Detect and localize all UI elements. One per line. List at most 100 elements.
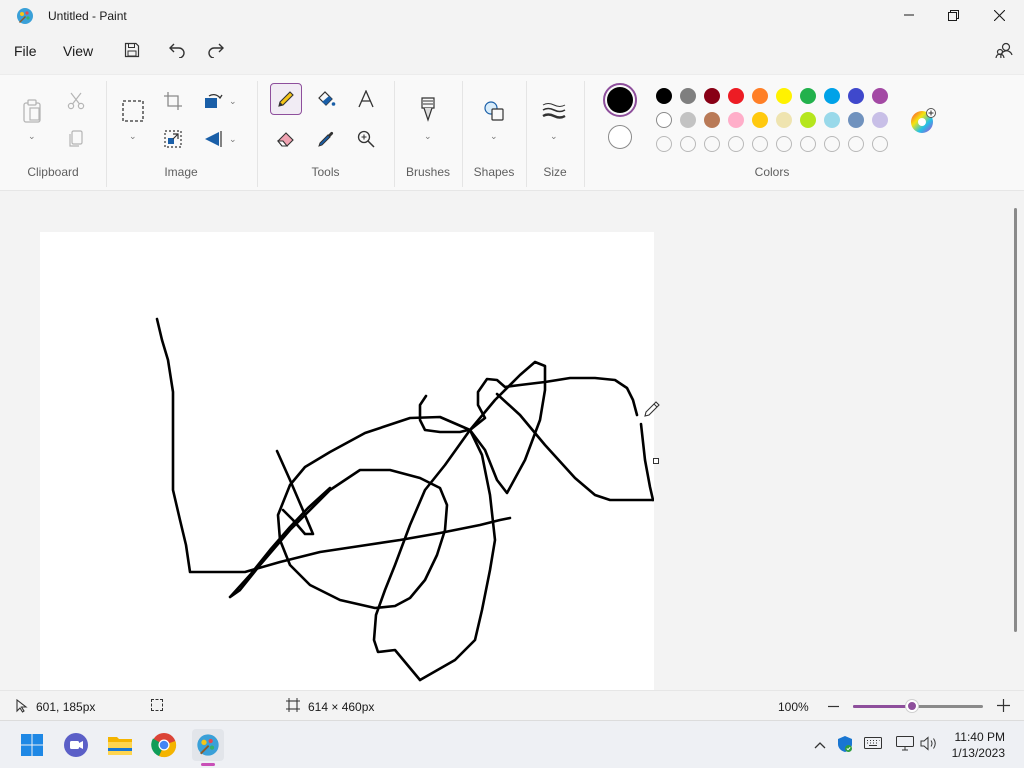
drawing-strokes [155,317,655,682]
color-swatch[interactable] [752,112,768,128]
group-label-size: Size [543,165,567,179]
color-swatch[interactable] [824,112,840,128]
size-chevron-icon[interactable]: ⌄ [550,132,558,141]
resize-icon[interactable] [157,123,189,155]
brush-icon[interactable] [412,93,444,125]
paste-chevron-icon[interactable]: ⌄ [28,132,36,141]
copy-icon[interactable] [60,123,92,155]
size-icon[interactable] [538,95,570,127]
edit-colors-icon[interactable] [910,108,936,133]
color-picker-icon[interactable] [310,123,342,155]
pencil-tool[interactable] [270,83,302,115]
vertical-scrollbar[interactable] [1014,208,1017,632]
color-swatch[interactable] [848,112,864,128]
volume-icon[interactable] [920,736,938,754]
eraser-icon[interactable] [270,123,302,155]
zoom-in-button[interactable] [997,699,1010,712]
color-swatch[interactable] [776,112,792,128]
zoom-out-button[interactable] [828,700,840,712]
paint-taskbar-icon[interactable] [192,729,224,761]
title-bar: Untitled - Paint [0,0,1024,32]
custom-color-slot[interactable] [872,136,888,152]
brush-chevron-icon[interactable]: ⌄ [424,132,432,141]
text-icon[interactable] [350,83,382,115]
teams-chat-icon[interactable] [60,729,92,761]
keyboard-icon[interactable] [864,737,882,752]
primary-color-selector[interactable] [603,83,637,117]
fill-icon[interactable] [310,83,342,115]
color-swatch[interactable] [704,112,720,128]
maximize-button[interactable] [930,0,976,30]
share-icon[interactable] [988,34,1020,66]
custom-color-slot[interactable] [752,136,768,152]
window-title: Untitled - Paint [48,9,127,23]
zoom-level: 100% [778,700,809,714]
ribbon: ⌄ Clipboard ⌄ ⌄ ⌄ Image Tools ⌄ Brushes … [0,74,1024,190]
redo-button[interactable] [200,34,232,66]
zoom-slider-fill [853,705,912,708]
color-swatch[interactable] [680,112,696,128]
select-chevron-icon[interactable]: ⌄ [129,132,137,141]
chrome-icon[interactable] [148,729,180,761]
canvas-size-icon [286,698,300,715]
color-swatch[interactable] [656,88,672,104]
paste-icon[interactable] [16,95,48,127]
start-button[interactable] [16,729,48,761]
group-label-brushes: Brushes [405,165,451,179]
color-swatch[interactable] [656,112,672,128]
file-explorer-icon[interactable] [104,729,136,761]
secondary-color-swatch[interactable] [608,125,632,149]
rotate-icon[interactable] [197,85,229,117]
menu-file[interactable]: File [14,43,37,59]
color-swatch[interactable] [752,88,768,104]
flip-chevron-icon[interactable]: ⌄ [229,135,237,144]
select-icon[interactable] [117,95,149,127]
taskbar: 11:40 PM 1/13/2023 [0,720,1024,768]
custom-color-slot[interactable] [656,136,672,152]
custom-color-slot[interactable] [728,136,744,152]
color-swatch[interactable] [728,112,744,128]
security-shield-icon[interactable] [837,735,853,756]
primary-color-swatch [607,87,633,113]
custom-color-slot[interactable] [800,136,816,152]
clock-date[interactable]: 1/13/2023 [940,746,1005,760]
color-swatch[interactable] [824,88,840,104]
group-label-colors: Colors [754,165,790,179]
color-swatch[interactable] [872,112,888,128]
clock-time[interactable]: 11:40 PM [940,730,1005,744]
custom-color-slot[interactable] [704,136,720,152]
color-swatch[interactable] [848,88,864,104]
zoom-slider-thumb[interactable] [905,700,918,712]
menu-view[interactable]: View [63,43,93,59]
selection-size-icon [151,699,163,711]
shapes-chevron-icon[interactable]: ⌄ [490,132,498,141]
custom-color-slot[interactable] [824,136,840,152]
minimize-button[interactable] [886,0,932,30]
color-swatch[interactable] [800,112,816,128]
canvas-resize-handle[interactable] [653,458,659,464]
color-swatch[interactable] [872,88,888,104]
custom-color-slot[interactable] [680,136,696,152]
shapes-icon[interactable] [478,95,510,127]
color-swatch[interactable] [728,88,744,104]
drawing-canvas[interactable] [40,232,655,690]
magnifier-icon[interactable] [350,123,382,155]
color-swatch[interactable] [704,88,720,104]
rotate-chevron-icon[interactable]: ⌄ [229,97,237,106]
crop-icon[interactable] [157,85,189,117]
undo-button[interactable] [161,34,193,66]
menu-bar: File View [0,34,1024,70]
custom-color-slot[interactable] [848,136,864,152]
close-button[interactable] [976,0,1022,30]
group-label-image: Image [164,165,198,179]
color-swatch[interactable] [680,88,696,104]
chevron-up-icon[interactable] [814,738,826,752]
cut-icon[interactable] [60,85,92,117]
display-icon[interactable] [896,736,914,754]
save-button[interactable] [116,34,148,66]
color-swatch[interactable] [800,88,816,104]
zoom-slider-track[interactable] [853,700,983,712]
flip-icon[interactable] [197,123,229,155]
color-swatch[interactable] [776,88,792,104]
custom-color-slot[interactable] [776,136,792,152]
